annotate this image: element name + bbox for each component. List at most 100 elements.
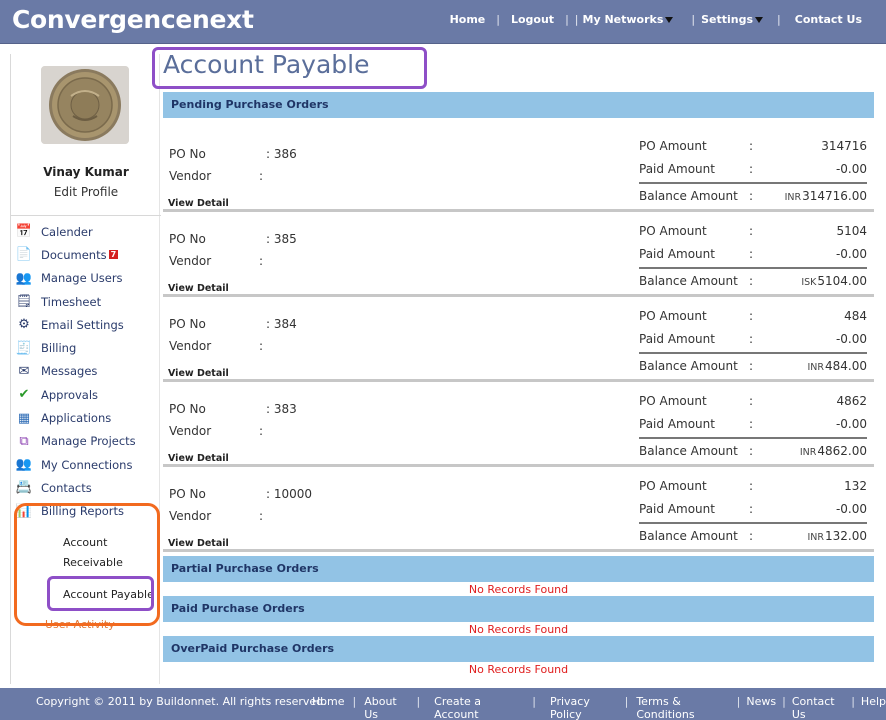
- sidebar-item-manage-users[interactable]: 👥 Manage Users: [13, 267, 161, 290]
- po-no-label: PO No: [169, 232, 206, 246]
- top-header: Convergencenext Home | Logout | | My Net…: [0, 0, 886, 44]
- balance-amount-row: Balance Amount: INR484.00: [639, 359, 867, 373]
- calendar-icon: 📅: [15, 224, 33, 240]
- highlight-account-payable-menu: [47, 576, 154, 611]
- sidebar-item-email-settings[interactable]: ⚙ Email Settings: [13, 313, 161, 336]
- footer-nav: Home | About Us | Create a Account | Pri…: [312, 695, 886, 720]
- sidebar-menu: 📅 Calender 📄 Documents 7 👥 Manage Users 🗒 Tim…: [13, 220, 161, 523]
- edit-profile-link[interactable]: Edit Profile: [11, 185, 161, 199]
- purchase-order-384: PO No : 384 Vendor : View Detail PO Amou…: [163, 297, 874, 382]
- nav-contact-us[interactable]: Contact Us: [795, 13, 862, 26]
- paid-amount-row: Paid Amount: -0.00: [639, 332, 867, 346]
- po-amount-row: PO Amount:4862: [639, 394, 867, 408]
- sidebar-item-applications[interactable]: ▦ Applications: [13, 406, 161, 429]
- amount-divider: [639, 437, 867, 439]
- vendor-label: Vendor: [169, 509, 212, 523]
- nav-settings[interactable]: Settings: [701, 13, 764, 26]
- messages-icon: ✉: [18, 363, 30, 379]
- no-records-overpaid: No Records Found: [468, 663, 569, 676]
- footer-link-about-us[interactable]: About Us: [364, 695, 408, 720]
- po-amount-row: PO Amount:484: [639, 309, 867, 323]
- purchase-order-383: PO No : 383 Vendor : View Detail PO Amou…: [163, 382, 874, 467]
- documents-count-badge: 7: [108, 250, 119, 260]
- po-amount-row: PO Amount:132: [639, 479, 867, 493]
- contacts-icon: 📇: [15, 480, 33, 496]
- view-detail-link[interactable]: View Detail: [168, 538, 229, 549]
- chevron-down-icon: [755, 17, 764, 23]
- po-amount-row: PO Amount:5104: [639, 224, 867, 238]
- vendor-label: Vendor: [169, 254, 212, 268]
- vendor-colon: :: [259, 169, 264, 183]
- nav-separator: |: [777, 13, 781, 26]
- connections-icon: 👥: [15, 457, 33, 473]
- vendor-colon: :: [259, 509, 264, 523]
- footer-link-help[interactable]: Help: [861, 695, 886, 720]
- po-no-label: PO No: [169, 147, 206, 161]
- vendor-label: Vendor: [169, 339, 212, 353]
- footer-link-contact-us[interactable]: Contact Us: [792, 695, 845, 720]
- amount-divider: [639, 267, 867, 269]
- sidebar-item-calender[interactable]: 📅 Calender: [13, 220, 161, 243]
- sidebar-item-documents[interactable]: 📄 Documents 7: [13, 243, 161, 266]
- nav-separator: |: [691, 13, 696, 26]
- footer-link-terms[interactable]: Terms & Conditions: [636, 695, 730, 720]
- sidebar-item-my-connections[interactable]: 👥 My Connections: [13, 453, 161, 476]
- nav-logout[interactable]: Logout: [511, 13, 554, 26]
- copyright-text: Copyright © 2011 by Buildonnet. All righ…: [36, 695, 327, 708]
- footer-link-privacy-policy[interactable]: Privacy Policy: [550, 695, 617, 720]
- vendor-colon: :: [259, 424, 264, 438]
- po-no-value: : 385: [266, 232, 297, 246]
- section-partial-purchase-orders[interactable]: Partial Purchase Orders: [163, 556, 874, 582]
- footer-link-news[interactable]: News: [746, 695, 776, 720]
- footer-link-create-account[interactable]: Create a Account: [434, 695, 518, 720]
- purchase-order-10000: PO No : 10000 Vendor : View Detail PO Am…: [163, 467, 874, 552]
- billing-icon: 🧾: [15, 340, 33, 356]
- sidebar-item-approvals[interactable]: ✔ Approvals: [13, 383, 161, 406]
- footer: Copyright © 2011 by Buildonnet. All righ…: [0, 688, 886, 720]
- paid-amount-row: Paid Amount: -0.00: [639, 247, 867, 261]
- view-detail-link[interactable]: View Detail: [168, 283, 229, 294]
- vendor-colon: :: [259, 339, 264, 353]
- po-amount-row: PO Amount:314716: [639, 139, 867, 153]
- view-detail-link[interactable]: View Detail: [168, 198, 229, 209]
- page-title: Account Payable: [163, 50, 370, 79]
- vendor-colon: :: [259, 254, 264, 268]
- sidebar-item-timesheet[interactable]: 🗒 Timesheet: [13, 290, 161, 313]
- vendor-label: Vendor: [169, 424, 212, 438]
- po-no-label: PO No: [169, 317, 206, 331]
- nav-separator: |: [574, 13, 579, 26]
- view-detail-link[interactable]: View Detail: [168, 453, 229, 464]
- paid-amount-row: Paid Amount: -0.00: [639, 417, 867, 431]
- amount-divider: [639, 182, 867, 184]
- sidebar-item-manage-projects[interactable]: ⧉ Manage Projects: [13, 430, 161, 453]
- footer-link-home[interactable]: Home: [312, 695, 344, 720]
- sidebar-item-billing[interactable]: 🧾 Billing: [13, 336, 161, 359]
- nav-home[interactable]: Home: [450, 13, 486, 26]
- section-paid-purchase-orders[interactable]: Paid Purchase Orders: [163, 596, 874, 622]
- paid-amount-row: Paid Amount: -0.00: [639, 502, 867, 516]
- users-icon: 👥: [15, 270, 33, 286]
- applications-icon: ▦: [17, 410, 31, 426]
- purchase-order-386: PO No : 386 Vendor : View Detail PO Amou…: [163, 127, 874, 212]
- sidebar-item-messages[interactable]: ✉ Messages: [13, 360, 161, 383]
- nav-my-networks[interactable]: My Networks: [583, 13, 674, 26]
- balance-amount-row: Balance Amount: ISK5104.00: [639, 274, 867, 288]
- po-no-value: : 384: [266, 317, 297, 331]
- po-no-value: : 386: [266, 147, 297, 161]
- no-records-paid: No Records Found: [468, 623, 569, 636]
- avatar[interactable]: [41, 66, 129, 144]
- amount-divider: [639, 522, 867, 524]
- nav-separator: |: [496, 13, 500, 26]
- view-detail-link[interactable]: View Detail: [168, 368, 229, 379]
- po-no-value: : 383: [266, 402, 297, 416]
- vendor-label: Vendor: [169, 169, 212, 183]
- paid-amount-row: Paid Amount: -0.00: [639, 162, 867, 176]
- po-no-label: PO No: [169, 402, 206, 416]
- nav-separator: |: [565, 13, 569, 26]
- approvals-icon: ✔: [18, 387, 30, 403]
- brand-logo[interactable]: Convergencenext: [12, 5, 254, 34]
- sidebar-item-contacts[interactable]: 📇 Contacts: [13, 476, 161, 499]
- section-pending-purchase-orders[interactable]: Pending Purchase Orders: [163, 92, 874, 118]
- chevron-down-icon: [665, 17, 674, 23]
- section-overpaid-purchase-orders[interactable]: OverPaid Purchase Orders: [163, 636, 874, 662]
